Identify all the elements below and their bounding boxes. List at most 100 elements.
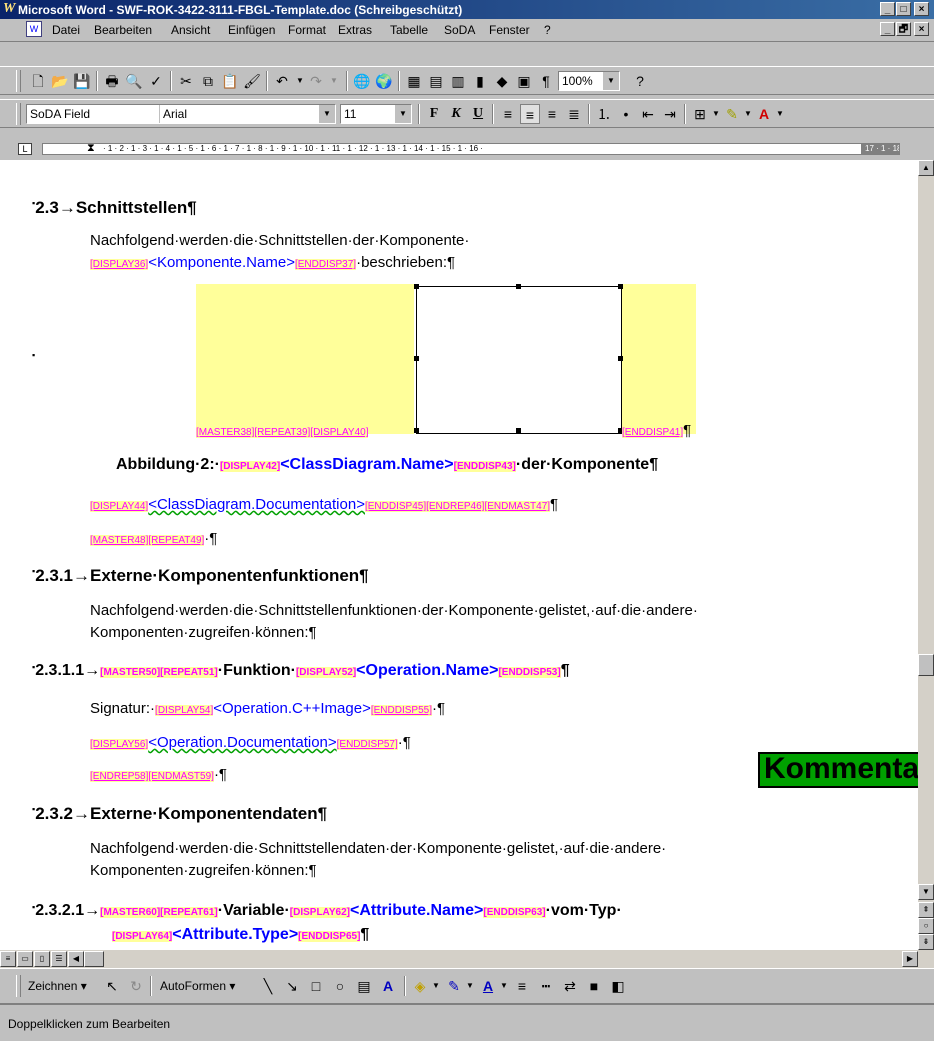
resize-handle[interactable] [414, 428, 419, 433]
toolbar-grip[interactable] [16, 975, 21, 997]
justify-icon[interactable]: ≣ [564, 104, 584, 124]
menu-datei[interactable]: Datei [52, 23, 80, 37]
operation-documentation[interactable]: [DISPLAY56]<Operation.Documentation>[END… [90, 734, 411, 751]
font-color-dropdown-icon[interactable]: ▼ [770, 104, 790, 124]
menu-extras[interactable]: Extras [338, 23, 372, 37]
paragraph-intro-line2[interactable]: [DISPLAY36]<Komponente.Name>[ENDDISP37]·… [90, 254, 455, 271]
free-rotate-icon[interactable]: ↻ [126, 976, 146, 996]
align-right-icon[interactable]: ≡ [542, 104, 562, 124]
h-scroll-thumb[interactable] [84, 951, 104, 967]
figure-caption[interactable]: Abbildung·2:·[DISPLAY42]<ClassDiagram.Na… [116, 456, 658, 474]
web-layout-view-icon[interactable]: ▭ [17, 951, 33, 967]
ruler[interactable]: L ⧗ · 1 · 2 · 1 · 3 · 1 · 4 · 1 · 5 · 1 … [0, 138, 934, 161]
paragraph-functions-line1[interactable]: Nachfolgend·werden·die·Schnittstellenfun… [90, 602, 698, 619]
increase-indent-icon[interactable]: ⇥ [660, 104, 680, 124]
italic-button[interactable]: K [446, 104, 466, 124]
doc-close-button[interactable]: × [914, 22, 929, 36]
font-select[interactable]: Arial ▼ [160, 104, 336, 124]
resize-handle[interactable] [414, 356, 419, 361]
next-page-icon[interactable]: ⇟ [918, 934, 934, 950]
save-icon[interactable]: 💾 [72, 71, 92, 91]
heading-2-3-2[interactable]: ▪2.3.2→Externe·Komponentendaten¶ [32, 804, 327, 824]
font-color-draw-dropdown-icon[interactable]: ▼ [494, 976, 514, 996]
3d-icon[interactable]: ◧ [608, 976, 628, 996]
doc-minimize-button[interactable]: _ [880, 22, 895, 36]
fill-color-dropdown-icon[interactable]: ▼ [426, 976, 446, 996]
document-map-icon[interactable]: ▣ [514, 71, 534, 91]
minimize-button[interactable]: _ [880, 2, 895, 16]
scroll-up-icon[interactable]: ▲ [918, 160, 934, 176]
web-toolbar-icon[interactable]: 🌍 [374, 71, 394, 91]
operation-signature[interactable]: Signatur:·[DISPLAY54]<Operation.C++Image… [90, 700, 445, 717]
classdiagram-documentation[interactable]: [DISPLAY44]<ClassDiagram.Documentation>[… [90, 496, 558, 513]
align-center-icon[interactable]: ≡ [520, 104, 540, 124]
insert-excel-icon[interactable]: ▥ [448, 71, 468, 91]
redo-icon[interactable]: ↷ [306, 71, 326, 91]
font-dropdown-icon[interactable]: ▼ [318, 105, 335, 123]
resize-handle[interactable] [618, 356, 623, 361]
style-select[interactable]: SoDA Field▼ [26, 104, 176, 124]
textbox-icon[interactable]: ▤ [354, 976, 374, 996]
document-page[interactable]: ▪2.3→Schnittstellen¶ Nachfolgend·werden·… [0, 160, 918, 950]
oval-icon[interactable]: ○ [330, 976, 350, 996]
heading-2-3-2-1[interactable]: ▪2.3.2.1→[MASTER60][REPEAT61]·Variable·[… [32, 902, 622, 920]
office-assistant-icon[interactable]: ? [630, 71, 650, 91]
toolbar-grip[interactable] [16, 70, 21, 92]
heading-2-3-2-1-cont[interactable]: [DISPLAY64]<Attribute.Type>[ENDDISP65]¶ [112, 926, 369, 944]
spellcheck-icon[interactable]: ✓ [146, 71, 166, 91]
format-painter-icon[interactable]: 🖌 [242, 71, 262, 91]
image-fields-start[interactable]: [MASTER38][REPEAT39][DISPLAY40] [196, 422, 369, 439]
menu-einfuegen[interactable]: Einfügen [228, 23, 275, 37]
new-document-icon[interactable]: 🗋 [28, 71, 48, 91]
drawing-icon[interactable]: ◆ [492, 71, 512, 91]
indent-marker-icon[interactable]: ⧗ [87, 144, 95, 154]
normal-view-icon[interactable]: ≡ [0, 951, 16, 967]
ruler-scale[interactable]: ⧗ · 1 · 2 · 1 · 3 · 1 · 4 · 1 · 5 · 1 · … [42, 143, 900, 155]
endrep-endmast-fields[interactable]: [ENDREP58][ENDMAST59]·¶ [90, 766, 227, 783]
size-dropdown-icon[interactable]: ▼ [394, 105, 411, 123]
wordart-icon[interactable]: A [378, 976, 398, 996]
paragraph-functions-line2[interactable]: Komponenten·zugreifen·können:¶ [90, 624, 317, 641]
select-objects-icon[interactable]: ↖ [102, 976, 122, 996]
close-button[interactable]: × [914, 2, 929, 16]
previous-page-icon[interactable]: ⇞ [918, 902, 934, 918]
menu-fenster[interactable]: Fenster [489, 23, 530, 37]
bullets-icon[interactable]: • [616, 104, 636, 124]
zoom-dropdown-icon[interactable]: ▼ [602, 72, 619, 90]
paste-icon[interactable]: 📋 [220, 71, 240, 91]
comment-banner[interactable]: Kommentar [758, 752, 934, 788]
show-hide-icon[interactable]: ¶ [536, 71, 556, 91]
horizontal-scrollbar[interactable]: ≡ ▭ ▯ ☰ ◀ ▶ [0, 950, 934, 968]
copy-icon[interactable]: ⧉ [198, 71, 218, 91]
menu-bearbeiten[interactable]: Bearbeiten [94, 23, 152, 37]
paragraph-data-line2[interactable]: Komponenten·zugreifen·können:¶ [90, 862, 317, 879]
numbering-icon[interactable]: ⒈ [594, 104, 614, 124]
maximize-button[interactable]: □ [896, 2, 911, 16]
draw-menu[interactable]: Zeichnen ▾ [28, 979, 87, 993]
decrease-indent-icon[interactable]: ⇤ [638, 104, 658, 124]
align-left-icon[interactable]: ≡ [498, 104, 518, 124]
scroll-down-icon[interactable]: ▼ [918, 884, 934, 900]
paragraph-data-line1[interactable]: Nachfolgend·werden·die·Schnittstellendat… [90, 840, 666, 857]
resize-handle[interactable] [516, 284, 521, 289]
line-style-icon[interactable]: ≡ [512, 976, 532, 996]
menu-ansicht[interactable]: Ansicht [171, 23, 210, 37]
dash-style-icon[interactable]: ┅ [536, 976, 556, 996]
shadow-icon[interactable]: ■ [584, 976, 604, 996]
heading-2-3-1-1[interactable]: ▪2.3.1.1→[MASTER50][REPEAT51]·Funktion·[… [32, 662, 570, 680]
underline-button[interactable]: U [468, 104, 488, 124]
cut-icon[interactable]: ✂ [176, 71, 196, 91]
arrow-style-icon[interactable]: ⇄ [560, 976, 580, 996]
heading-2-3-1[interactable]: ▪2.3.1→Externe·Komponentenfunktionen¶ [32, 566, 369, 586]
undo-icon[interactable]: ↶ [272, 71, 292, 91]
paragraph-intro-line1[interactable]: Nachfolgend·werden·die·Schnittstellen·de… [90, 232, 469, 249]
open-folder-icon[interactable]: 📂 [50, 71, 70, 91]
menu-soda[interactable]: SoDA [444, 23, 475, 37]
resize-handle[interactable] [516, 428, 521, 433]
resize-handle[interactable] [414, 284, 419, 289]
doc-restore-button[interactable]: 🗗 [896, 22, 911, 36]
image-fields-end[interactable]: [ENDDISP41]¶ [622, 422, 691, 439]
menu-help[interactable]: ? [544, 23, 551, 37]
tab-selector-icon[interactable]: L [18, 143, 32, 155]
insert-table-icon[interactable]: ▤ [426, 71, 446, 91]
